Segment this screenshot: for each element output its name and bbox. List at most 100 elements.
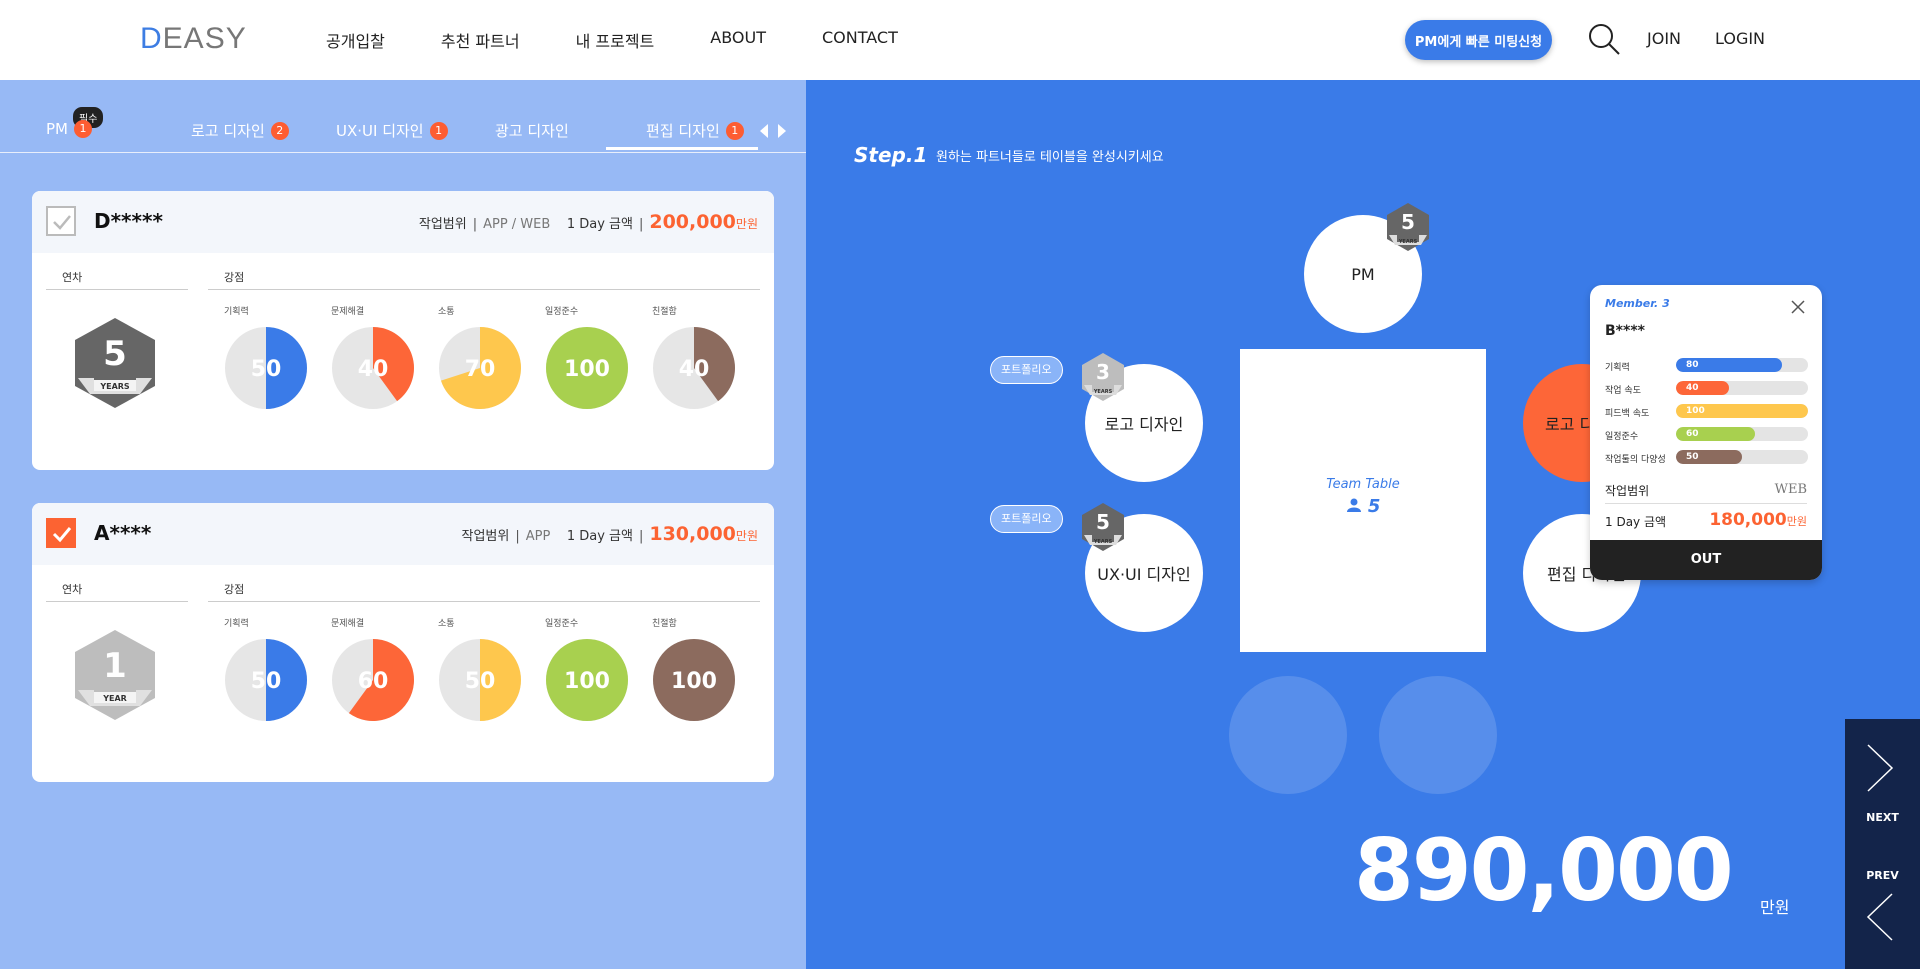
team-table: Team Table 5 (1240, 349, 1486, 652)
skill-pie: 50 (225, 639, 307, 721)
select-checkbox[interactable] (46, 518, 76, 548)
seat-empty[interactable] (1229, 676, 1347, 794)
tab-next-icon[interactable] (778, 124, 786, 138)
user-icon (1346, 498, 1361, 512)
member-stat-bar: 60 (1676, 427, 1756, 441)
tab-edit-design[interactable]: 편집 디자인 1 (646, 120, 744, 141)
prev-button[interactable]: PREV (1845, 869, 1920, 882)
logo-rest: EASY (162, 22, 247, 55)
member-scope-label: 작업범위 (1605, 484, 1650, 498)
member-tag: Member. 3 (1605, 297, 1670, 310)
member-stat-label: 피드백 속도 (1605, 409, 1650, 419)
member-scope-value: WEB (1774, 482, 1807, 497)
pm-meeting-button[interactable]: PM에게 빠른 미팅신청 (1405, 20, 1552, 60)
scope-value: APP / WEB (483, 217, 551, 232)
tab-pm[interactable]: PM 1 (46, 120, 92, 138)
close-icon[interactable] (1790, 299, 1806, 315)
years-title: 연차 (62, 583, 83, 596)
partner-meta: 작업범위 | APP 1 Day 금액 | 130,000만원 (461, 523, 758, 545)
years-number: 5 (1401, 210, 1415, 234)
member-stat-track: 40 (1676, 381, 1808, 395)
skill-label: 문제해결 (331, 619, 365, 629)
team-table-panel: Step.1 원하는 파트너들로 테이블을 완성시키세요 PM 로고 디자인 U… (806, 80, 1920, 969)
category-tabs: 필수 PM 1 로고 디자인 2 UX·UI 디자인 1 광고 디자인 편집 디자인 1 (0, 80, 806, 153)
tab-active-indicator (606, 147, 758, 150)
skill-value: 100 (564, 669, 610, 694)
tab-prev-icon[interactable] (760, 124, 768, 138)
pm-years-badge: 5 YEARS (1383, 202, 1433, 252)
join-link[interactable]: JOIN (1647, 29, 1681, 48)
portfolio-button[interactable]: 포트폴리오 (990, 505, 1063, 533)
skill-label: 기획력 (224, 307, 249, 317)
years-number: 5 (1096, 510, 1110, 534)
member-stat-bar: 40 (1676, 381, 1729, 395)
divider (46, 601, 188, 602)
skill-label: 소통 (438, 619, 455, 629)
scope-label: 작업범위 (418, 217, 467, 232)
strengths-title: 강점 (224, 271, 245, 284)
seat-label: 로고 디 (1545, 415, 1595, 434)
price-unit: 만원 (735, 217, 758, 231)
skill-value: 70 (465, 357, 496, 382)
skill-value: 50 (465, 669, 496, 694)
nav-my-project[interactable]: 내 프로젝트 (576, 28, 655, 52)
member-day-price: 180,000만원 (1709, 510, 1807, 530)
search-icon[interactable] (1587, 22, 1621, 56)
portfolio-button[interactable]: 포트폴리오 (990, 356, 1063, 384)
check-icon (52, 527, 72, 543)
divider (1605, 503, 1807, 504)
tab-logo-design[interactable]: 로고 디자인 2 (191, 120, 289, 141)
tab-uxui-design[interactable]: UX·UI 디자인 1 (336, 120, 448, 141)
select-checkbox[interactable] (46, 206, 76, 236)
day-price: 200,000 (649, 211, 736, 233)
main-nav: 공개입찰 추천 파트너 내 프로젝트 ABOUT CONTACT (326, 28, 954, 52)
out-button[interactable]: OUT (1590, 540, 1822, 580)
skill-pie: 40 (332, 327, 414, 409)
skill-value: 100 (671, 669, 717, 694)
seat-label: 로고 디자인 (1104, 415, 1184, 434)
nav-recommended-partner[interactable]: 추천 파트너 (441, 28, 520, 52)
nav-public-bid[interactable]: 공개입찰 (326, 28, 385, 52)
scope-value: APP (525, 529, 551, 544)
skill-label: 소통 (438, 307, 455, 317)
skill-pie: 50 (225, 327, 307, 409)
member-price: 180,000 (1709, 510, 1787, 530)
member-stat-label: 기획력 (1605, 363, 1630, 373)
seat-empty[interactable] (1379, 676, 1497, 794)
nav-contact[interactable]: CONTACT (822, 28, 898, 52)
skill-label: 일정준수 (545, 619, 579, 629)
skill-pie: 60 (332, 639, 414, 721)
login-link[interactable]: LOGIN (1715, 29, 1765, 48)
member-stat-bar: 100 (1676, 404, 1808, 418)
skill-pie: 100 (546, 639, 628, 721)
skill-value: 60 (358, 669, 389, 694)
skill-pie: 50 (439, 639, 521, 721)
member-stat-track: 60 (1676, 427, 1808, 441)
logo[interactable]: DEASY (140, 22, 247, 56)
divider (46, 289, 188, 290)
tab-label: 로고 디자인 (191, 122, 265, 140)
tab-ad-design[interactable]: 광고 디자인 (495, 120, 569, 141)
next-button[interactable]: NEXT (1845, 811, 1920, 824)
skill-label: 기획력 (224, 619, 249, 629)
check-icon (53, 215, 71, 230)
card-header: A**** 작업범위 | APP 1 Day 금액 | 130,000만원 (32, 503, 774, 565)
skill-label: 일정준수 (545, 307, 579, 317)
team-count: 5 (1240, 496, 1486, 517)
header: DEASY 공개입찰 추천 파트너 내 프로젝트 ABOUT CONTACT P… (0, 0, 1920, 80)
years-text: YEARS (1093, 539, 1113, 545)
skill-label: 친절함 (652, 307, 677, 317)
skill-pie: 100 (546, 327, 628, 409)
years-text: YEARS (1398, 239, 1418, 245)
nav-about[interactable]: ABOUT (710, 28, 766, 52)
years-hexagon: 1 YEAR (70, 628, 160, 723)
tab-label: PM (46, 120, 68, 138)
years-hexagon: 5 YEARS (70, 316, 160, 411)
years-text: YEAR (103, 694, 127, 703)
chevron-left-icon[interactable] (1865, 892, 1895, 942)
chevron-right-icon[interactable] (1865, 743, 1895, 793)
skill-value: 40 (679, 357, 710, 382)
strengths-title: 강점 (224, 583, 245, 596)
member-stat-label: 작업 속도 (1605, 386, 1641, 396)
member-stat-track: 80 (1676, 358, 1808, 372)
